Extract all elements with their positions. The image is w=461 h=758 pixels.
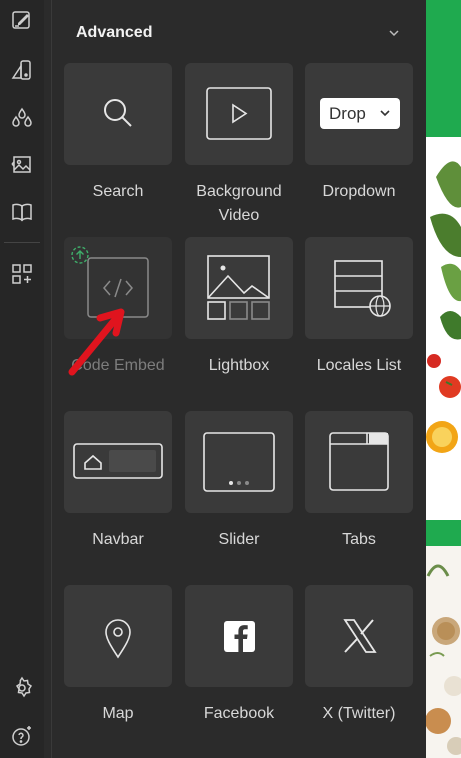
green-banner-bottom bbox=[426, 520, 461, 546]
tile-dropdown-label: Dropdown bbox=[322, 183, 396, 200]
tile-search-label: Search bbox=[92, 183, 144, 200]
red-annotation-arrow bbox=[68, 308, 125, 376]
app-window: Advanced Search Background Video Drop Dr… bbox=[0, 0, 461, 758]
search-icon bbox=[104, 99, 132, 127]
tile-navbar[interactable] bbox=[64, 411, 172, 513]
navbar-icon bbox=[73, 443, 163, 479]
grains-image bbox=[426, 546, 461, 758]
settings-gear-icon[interactable] bbox=[8, 674, 36, 702]
video-play-icon bbox=[206, 87, 272, 140]
shape-icon[interactable] bbox=[8, 56, 36, 84]
tile-locales-list-label: Locales List bbox=[316, 357, 402, 374]
section-header[interactable]: Advanced bbox=[76, 22, 402, 44]
x-logo-icon bbox=[343, 619, 377, 653]
style-editor-icon[interactable] bbox=[8, 6, 36, 34]
book-icon[interactable] bbox=[8, 198, 36, 226]
tile-lightbox[interactable] bbox=[185, 237, 293, 339]
tile-dropdown[interactable]: Drop bbox=[305, 63, 413, 165]
locales-list-icon bbox=[334, 260, 391, 317]
dropdown-preview-text: Drop bbox=[329, 104, 366, 123]
upgrade-icon bbox=[71, 246, 89, 264]
left-icon-rail bbox=[0, 0, 44, 758]
tile-tabs[interactable] bbox=[305, 411, 413, 513]
green-banner-top bbox=[426, 0, 461, 137]
canvas-preview-strip bbox=[426, 0, 461, 758]
map-pin-icon bbox=[105, 619, 131, 659]
image-icon[interactable] bbox=[8, 150, 36, 178]
tile-map[interactable] bbox=[64, 585, 172, 687]
chevron-down-icon[interactable] bbox=[386, 25, 402, 41]
facebook-icon bbox=[224, 621, 255, 652]
help-ai-icon[interactable] bbox=[8, 722, 36, 750]
tile-slider-label: Slider bbox=[218, 531, 260, 548]
tile-map-label: Map bbox=[102, 705, 134, 722]
tile-search[interactable] bbox=[64, 63, 172, 165]
add-elements-icon[interactable] bbox=[8, 260, 36, 288]
slider-icon bbox=[203, 432, 275, 492]
tile-tabs-label: Tabs bbox=[342, 531, 376, 548]
tile-facebook-label: Facebook bbox=[203, 705, 275, 722]
tile-background-video-label: Background Video bbox=[196, 183, 282, 224]
tile-x-twitter-label: X (Twitter) bbox=[322, 705, 396, 722]
elements-panel: Advanced Search Background Video Drop Dr… bbox=[52, 0, 426, 758]
lightbox-icon bbox=[207, 255, 270, 320]
drops-icon[interactable] bbox=[8, 104, 36, 132]
tile-locales-list[interactable] bbox=[305, 237, 413, 339]
vegetables-image bbox=[426, 137, 461, 520]
rail-divider bbox=[4, 242, 40, 243]
tile-facebook[interactable] bbox=[185, 585, 293, 687]
section-title: Advanced bbox=[76, 24, 153, 41]
tile-x-twitter[interactable] bbox=[305, 585, 413, 687]
tile-navbar-label: Navbar bbox=[92, 531, 144, 548]
tabs-icon bbox=[329, 432, 389, 491]
tile-background-video[interactable] bbox=[185, 63, 293, 165]
tile-slider[interactable] bbox=[185, 411, 293, 513]
tile-lightbox-label: Lightbox bbox=[208, 357, 270, 374]
